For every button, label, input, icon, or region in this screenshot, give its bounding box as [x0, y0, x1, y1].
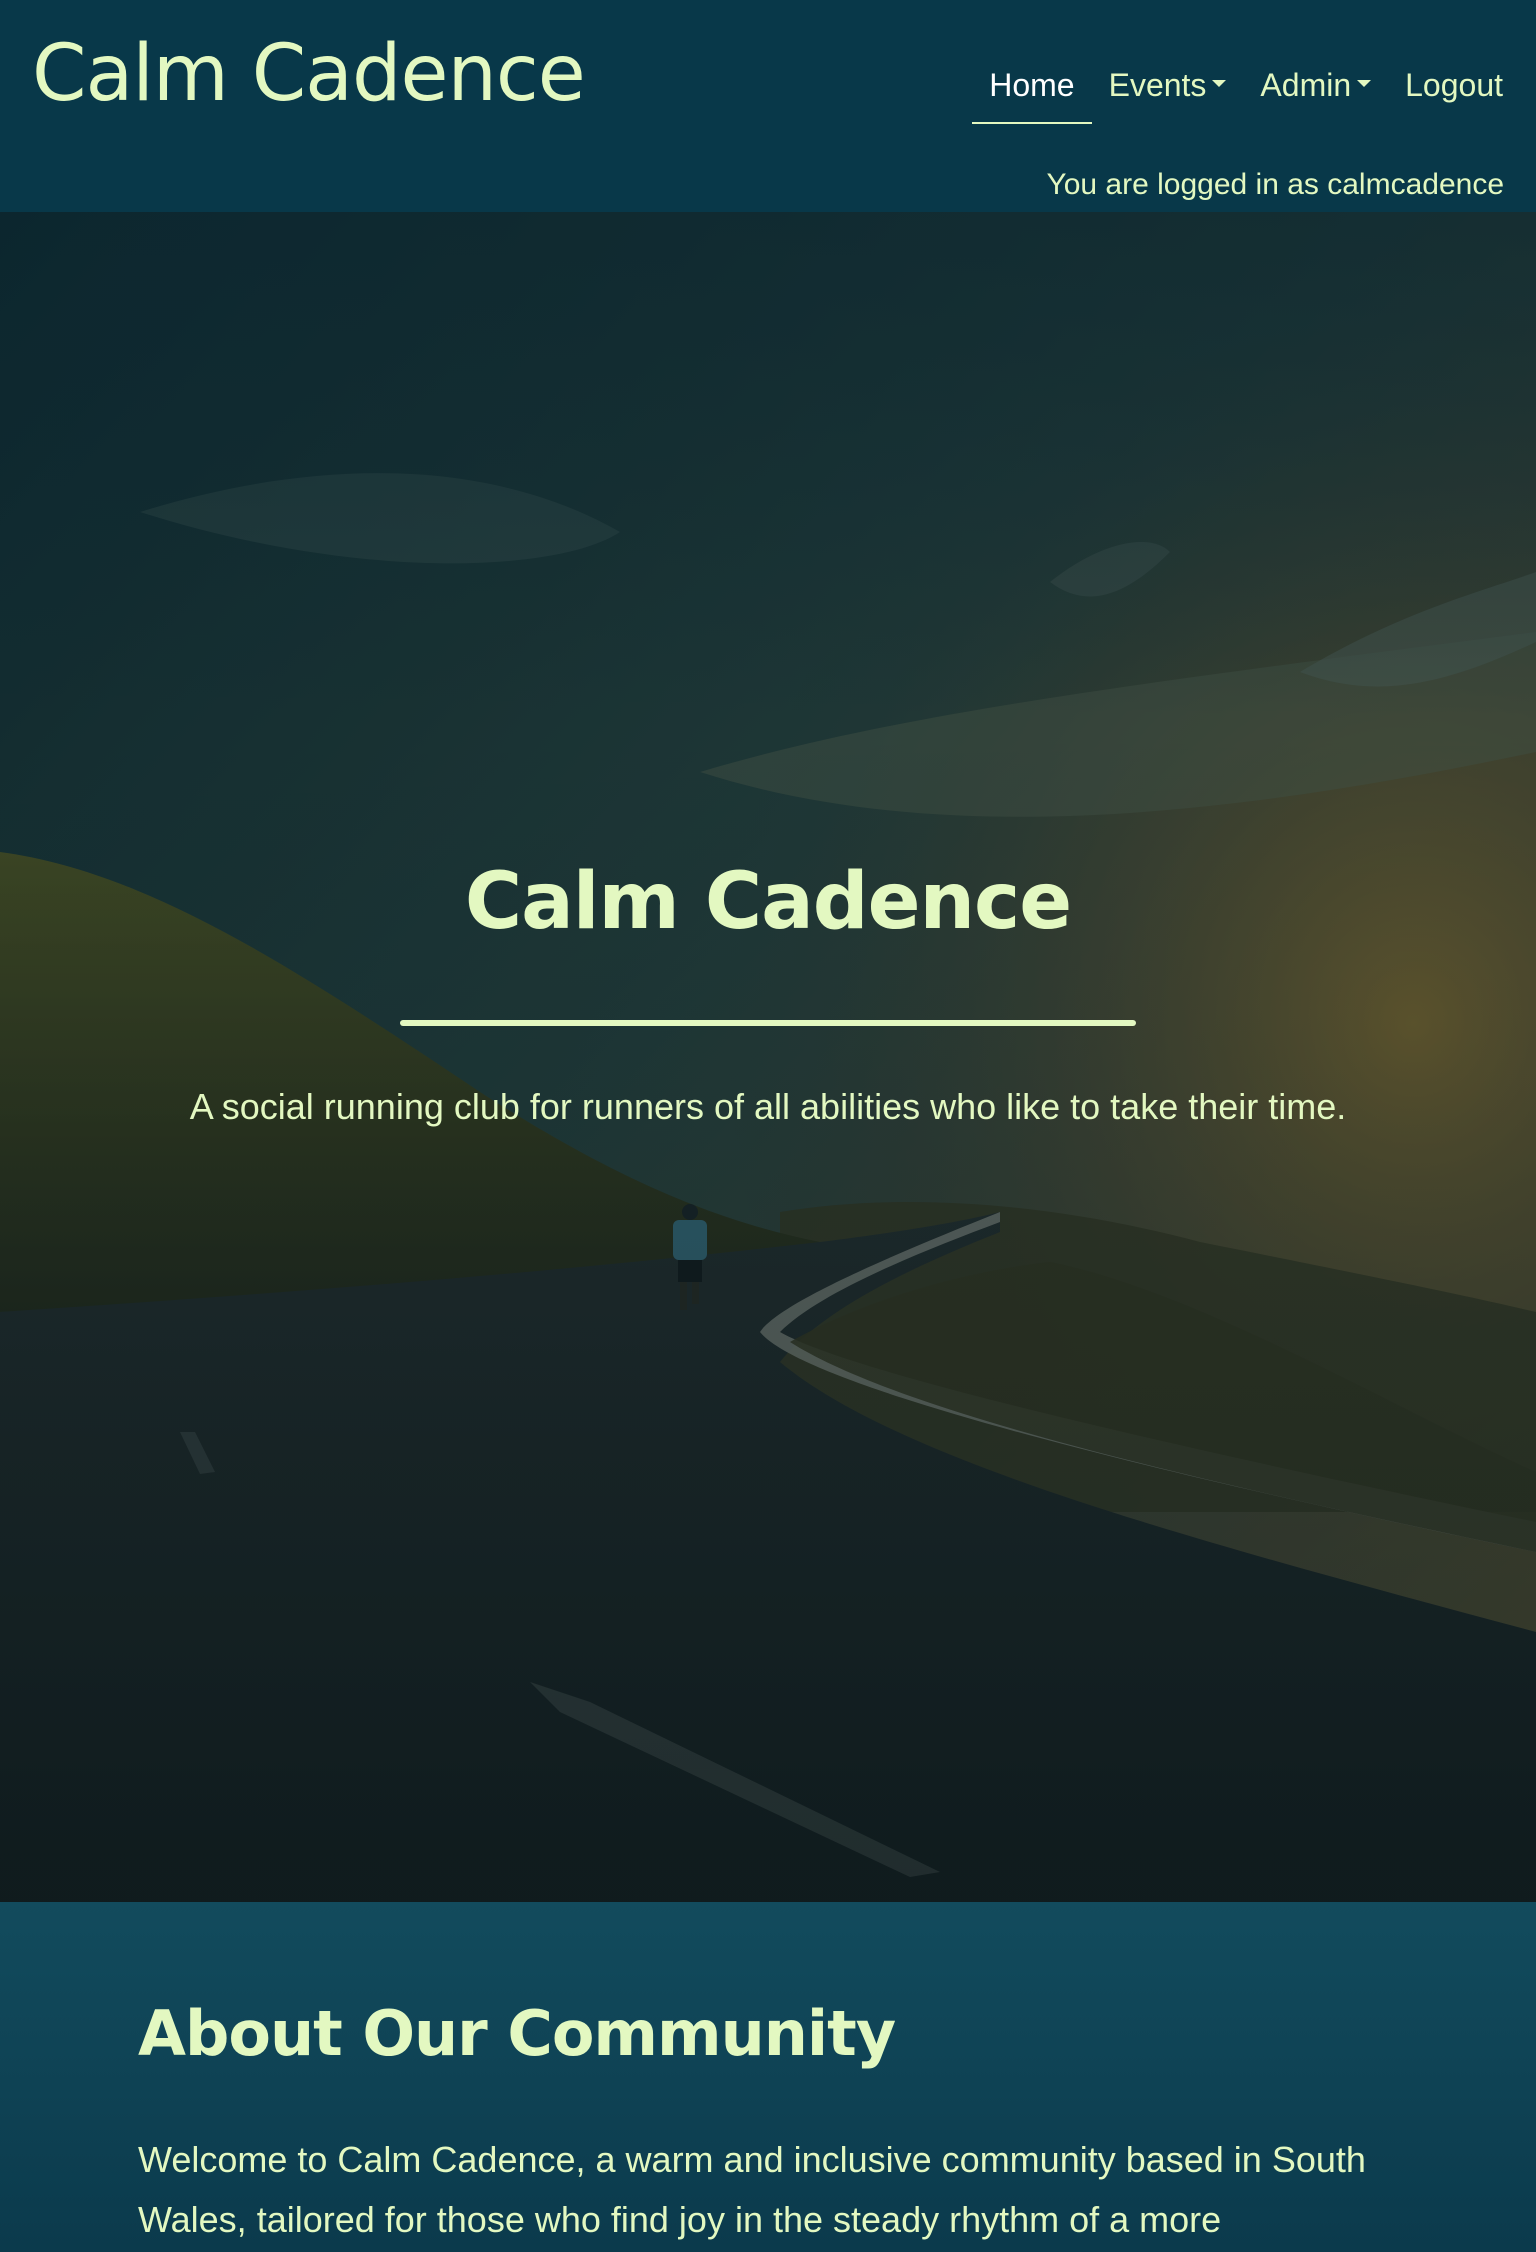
- nav-logout-label: Logout: [1405, 66, 1503, 103]
- caret-down-icon: [1357, 79, 1372, 87]
- hero-subtitle: A social running club for runners of all…: [189, 1086, 1347, 1127]
- about-section: About Our Community Welcome to Calm Cade…: [0, 1902, 1536, 2252]
- logged-in-status: You are logged in as calmcadence: [1046, 168, 1504, 201]
- about-title: About Our Community: [138, 1997, 896, 2070]
- nav-home-label: Home: [989, 66, 1075, 103]
- brand-logo-link[interactable]: Calm Cadence: [32, 24, 586, 124]
- about-text: Welcome to Calm Cadence, a warm and incl…: [138, 2139, 1366, 2240]
- nav-events-label: Events: [1108, 66, 1207, 103]
- navbar: Calm Cadence Home Events Admin Logout Yo…: [0, 0, 1536, 212]
- nav-admin-label: Admin: [1260, 66, 1352, 103]
- hero-divider: [400, 1020, 1136, 1026]
- hero-section: Calm Cadence A social running club for r…: [0, 212, 1536, 1902]
- nav-logout-link[interactable]: Logout: [1388, 50, 1520, 120]
- nav-home-link[interactable]: Home: [972, 50, 1092, 124]
- caret-down-icon: [1212, 79, 1227, 87]
- nav-events-dropdown[interactable]: Events: [1092, 50, 1244, 120]
- nav-admin-dropdown[interactable]: Admin: [1243, 50, 1388, 120]
- hero-background-image: [0, 212, 1536, 1902]
- hero-title: Calm Cadence: [464, 857, 1072, 947]
- main-nav: Home Events Admin Logout: [972, 50, 1520, 124]
